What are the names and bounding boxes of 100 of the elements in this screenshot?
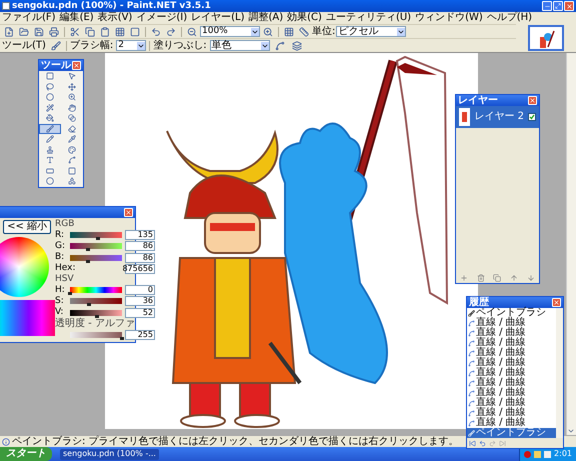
slider-thumb[interactable] <box>120 336 124 340</box>
restore-button[interactable] <box>553 1 563 11</box>
color-slider[interactable] <box>70 298 122 304</box>
ruler-icon[interactable] <box>297 26 311 38</box>
brush-icon[interactable] <box>39 124 61 134</box>
history-item[interactable]: 直線 / 曲線 <box>467 328 556 338</box>
menu-item[interactable]: イメージ(I) <box>136 13 188 23</box>
close-button[interactable] <box>564 1 574 11</box>
visibility-checkbox[interactable] <box>528 113 536 121</box>
folder-icon[interactable] <box>17 26 31 38</box>
image-thumbnail[interactable] <box>528 25 564 51</box>
history-item[interactable]: 直線 / 曲線 <box>467 388 556 398</box>
color-slider[interactable] <box>70 243 122 250</box>
alpha-label: 透明度 - アルファ <box>55 318 136 329</box>
history-item[interactable]: 直線 / 曲線 <box>467 318 556 328</box>
history-item[interactable]: 直線 / 曲線 <box>467 368 556 378</box>
history-item[interactable]: 直線 / 曲線 <box>467 358 556 368</box>
undo-icon[interactable] <box>479 440 486 446</box>
vertical-scrollbar[interactable] <box>566 53 576 435</box>
number-field[interactable]: 36 <box>125 296 155 306</box>
menu-item[interactable]: 効果(C) <box>287 13 322 23</box>
panel-title: レイヤー <box>458 96 498 106</box>
scroll-down-icon[interactable] <box>567 427 575 435</box>
start-button[interactable]: スタート <box>0 447 52 461</box>
fill-dropdown[interactable]: 単色 <box>210 40 270 51</box>
hex-field[interactable]: 875656 <box>125 264 155 274</box>
slider-thumb[interactable] <box>86 248 90 252</box>
menu-item[interactable]: ヘルプ(H) <box>486 13 532 23</box>
close-icon <box>566 2 572 10</box>
number-field[interactable]: 0 <box>125 285 155 296</box>
caret-icon <box>397 28 406 36</box>
menu-item[interactable]: 表示(V) <box>98 13 132 23</box>
menu-item[interactable]: 編集(E) <box>60 13 94 23</box>
close-button[interactable] <box>124 208 133 217</box>
history-item[interactable]: 直線 / 曲線 <box>467 348 556 358</box>
grid-icon[interactable] <box>282 26 296 38</box>
close-icon <box>125 209 132 216</box>
layer-name: レイヤー 2 <box>474 112 524 122</box>
zoom-out-icon[interactable] <box>185 26 199 38</box>
close-icon <box>529 97 536 104</box>
layer-row[interactable]: レイヤー 2 <box>456 106 539 128</box>
color-slider[interactable] <box>70 254 122 261</box>
history-item[interactable]: 直線 / 曲線 <box>467 338 556 348</box>
curve-icon <box>468 370 475 376</box>
copy-icon[interactable] <box>83 26 97 38</box>
close-button[interactable] <box>72 61 81 70</box>
save-icon[interactable] <box>32 26 46 38</box>
alpha-slider[interactable] <box>70 332 122 338</box>
taskbar-button[interactable]: sengoku.pdn (100% -... <box>60 448 159 460</box>
menu-item[interactable]: ファイル(F) <box>2 13 56 23</box>
channel-label: B: <box>55 253 66 262</box>
close-button[interactable] <box>552 298 561 307</box>
color-slider[interactable] <box>70 310 122 316</box>
shrink-button[interactable]: << 縮小 <box>3 220 51 234</box>
fill-label: 塗りつぶし: <box>153 40 207 50</box>
slider-thumb[interactable] <box>96 237 100 240</box>
history-item[interactable]: 直線 / 曲線 <box>467 418 556 428</box>
history-item[interactable]: ペイントブラシ <box>467 308 556 318</box>
history-item[interactable]: 直線 / 曲線 <box>467 398 556 408</box>
number-field[interactable]: 135 <box>125 230 155 240</box>
printer-icon[interactable] <box>47 26 61 38</box>
curve-icon <box>468 390 475 396</box>
close-button[interactable] <box>528 96 537 105</box>
zoom-in-icon[interactable] <box>261 26 275 38</box>
number-field[interactable]: 52 <box>125 308 155 318</box>
minimize-button[interactable] <box>542 1 552 11</box>
brush-width-dropdown[interactable]: 2 <box>116 40 146 51</box>
duplicate-icon[interactable] <box>493 274 502 282</box>
menu-item[interactable]: ウィンドウ(W) <box>415 13 483 23</box>
down-arrow-icon[interactable] <box>526 274 535 282</box>
brush-icon[interactable] <box>48 40 63 52</box>
slider-thumb[interactable] <box>95 314 100 318</box>
color-palette[interactable] <box>0 300 55 336</box>
curve-icon <box>468 420 475 426</box>
color-slider[interactable] <box>70 287 122 294</box>
canvas[interactable] <box>105 53 478 429</box>
color-wheel[interactable] <box>0 237 49 297</box>
hex-label: Hex: <box>55 264 76 274</box>
menu-item[interactable]: ユーティリティ(U) <box>326 13 412 23</box>
vertical-scrollbar[interactable] <box>556 308 563 438</box>
menu-item[interactable]: 調整(A) <box>248 13 284 23</box>
menu-item[interactable]: レイヤー(L) <box>191 13 244 23</box>
brush-icon <box>468 310 475 316</box>
number-field[interactable]: 86 <box>125 252 155 263</box>
slider-thumb[interactable] <box>86 260 90 263</box>
delete-icon[interactable] <box>476 274 485 282</box>
zoom-dropdown[interactable]: 100% <box>200 26 260 37</box>
history-item[interactable]: 直線 / 曲線 <box>467 408 556 418</box>
number-field[interactable]: 255 <box>125 330 155 340</box>
slider-thumb[interactable] <box>86 303 91 306</box>
number-field[interactable]: 86 <box>125 241 155 252</box>
slider-thumb[interactable] <box>68 292 72 296</box>
caret-icon <box>260 42 269 50</box>
color-slider[interactable] <box>70 232 122 238</box>
units-dropdown[interactable]: ピクセル <box>336 26 406 37</box>
info-icon <box>2 438 10 446</box>
first-step-icon[interactable] <box>469 440 476 446</box>
history-item[interactable]: 直線 / 曲線 <box>467 378 556 388</box>
caret-icon <box>251 28 259 36</box>
up-arrow-icon[interactable] <box>510 274 518 282</box>
